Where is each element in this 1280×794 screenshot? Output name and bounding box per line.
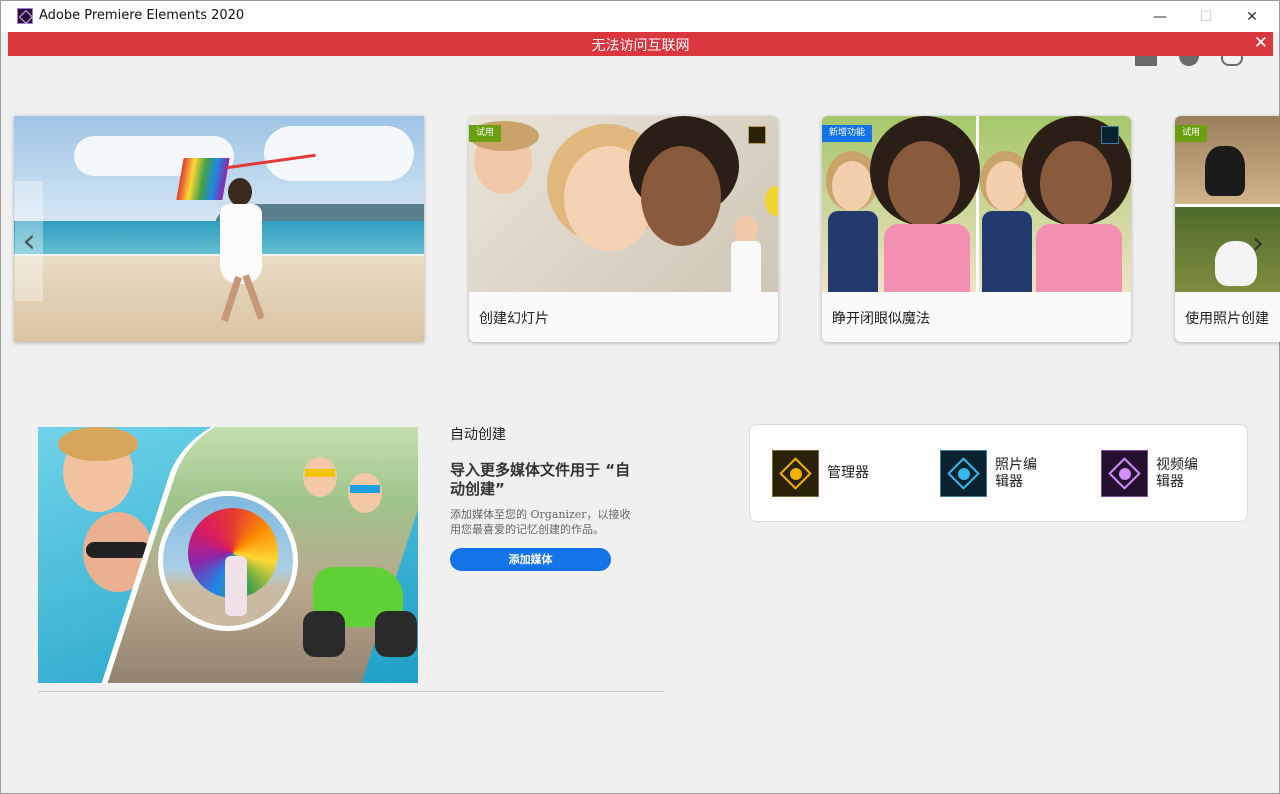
hero-beach-image[interactable] (14, 116, 424, 342)
maximize-button[interactable]: ☐ (1183, 1, 1229, 32)
organizer-icon[interactable] (772, 450, 819, 497)
offline-banner-text: 无法访问互联网 (591, 38, 690, 54)
launch-organizer[interactable]: 管理器 (772, 450, 869, 497)
auto-create-description: 添加媒体至您的 Organizer，以接收用您最喜爱的记忆创建的作品。 (450, 508, 631, 536)
kite (176, 158, 230, 200)
new-feature-tag: 新增功能 (822, 125, 873, 142)
photo-editor-mini-icon (1101, 126, 1119, 144)
launch-organizer-label: 管理器 (827, 465, 869, 481)
window-title: Adobe Premiere Elements 2020 (39, 8, 245, 23)
trial-tag: 试用 (1175, 125, 1208, 142)
card-open-closed-eyes[interactable]: 新增功能 睁开闭眼似魔法 (822, 116, 1131, 342)
card-label: 使用照片创建 (1185, 311, 1269, 327)
banner-close-icon[interactable]: ✕ (1254, 33, 1268, 53)
app-window: Adobe Premiere Elements 2020 — ☐ ✕ 无法访问互… (0, 0, 1280, 794)
photo-editor-icon[interactable] (940, 450, 987, 497)
divider (38, 691, 664, 692)
auto-create-section-title: 自动创建 (450, 427, 506, 443)
toy-atv (303, 547, 418, 657)
card-label: 睁开闭眼似魔法 (832, 311, 930, 327)
organizer-mini-icon (748, 126, 766, 144)
launch-photo-editor-label: 照片编 辑器 (995, 456, 1037, 490)
title-bar: Adobe Premiere Elements 2020 — ☐ ✕ (1, 1, 1279, 32)
trial-tag: 试用 (469, 125, 502, 142)
card-create-slideshow[interactable]: 试用 创建幻灯片 (469, 116, 778, 342)
auto-create-heading: 导入更多媒体文件用于 “自动创建” (450, 461, 631, 498)
close-window-button[interactable]: ✕ (1229, 1, 1275, 32)
carousel-prev-icon[interactable]: ‹ (15, 181, 43, 301)
premiere-elements-app-icon (17, 8, 33, 24)
minimize-button[interactable]: — (1137, 1, 1183, 32)
umbrella-photo (158, 491, 298, 631)
launch-photo-editor[interactable]: 照片编 辑器 (940, 450, 1037, 497)
carousel-next-icon[interactable]: › (1244, 183, 1272, 303)
auto-creation-collage (38, 427, 418, 683)
launch-panel: 管理器 照片编 辑器 视频编 辑器 (749, 424, 1248, 522)
launch-video-editor[interactable]: 视频编 辑器 (1101, 450, 1198, 497)
add-media-button[interactable]: 添加媒体 (450, 548, 611, 571)
launch-video-editor-label: 视频编 辑器 (1156, 456, 1198, 490)
offline-banner: 无法访问互联网 ✕ (8, 32, 1273, 56)
running-girl (220, 204, 262, 284)
card-label: 创建幻灯片 (479, 311, 549, 327)
video-editor-icon[interactable] (1101, 450, 1148, 497)
